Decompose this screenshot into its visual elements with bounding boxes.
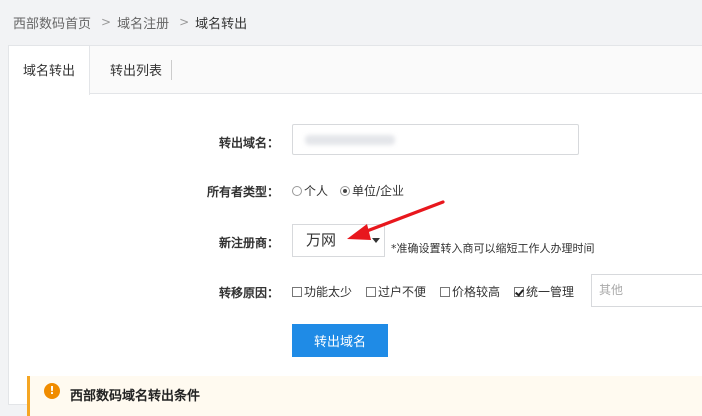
breadcrumb-separator-icon: >: [179, 15, 190, 29]
domain-label: 转出域名：: [218, 136, 279, 150]
registrar-label: 新注册商：: [218, 236, 279, 250]
owner-type-label: 所有者类型：: [206, 185, 279, 199]
tab-bar: 域名转出 转出列表: [9, 46, 702, 95]
tab-domain-transfer-out[interactable]: 域名转出: [9, 46, 90, 95]
breadcrumb-separator-icon: >: [101, 15, 112, 29]
checkbox[interactable]: [366, 286, 377, 297]
reason-option-label[interactable]: 统一管理: [526, 283, 574, 300]
radio-individual[interactable]: [292, 185, 302, 196]
breadcrumb-home-link[interactable]: 西部数码首页: [13, 13, 91, 32]
radio-individual-label[interactable]: 个人: [304, 182, 328, 199]
reason-option-label[interactable]: 过户不便: [378, 283, 426, 300]
reason-option[interactable]: 统一管理: [514, 283, 574, 300]
checkbox[interactable]: [292, 286, 302, 297]
radio-company[interactable]: [340, 185, 351, 196]
breadcrumb-current: 域名转出: [195, 16, 248, 32]
reason-option-label[interactable]: 价格较高: [452, 283, 500, 300]
reason-label: 转移原因：: [218, 286, 279, 300]
transfer-out-button[interactable]: 转出域名: [292, 324, 388, 357]
reason-option[interactable]: 价格较高: [440, 283, 500, 300]
blurred-domain-value: [305, 135, 395, 145]
other-reason-input[interactable]: 其他: [591, 274, 702, 307]
reason-option[interactable]: 过户不便: [366, 283, 426, 300]
reason-option-label[interactable]: 功能太少: [304, 283, 352, 300]
domain-input[interactable]: [292, 124, 579, 155]
reason-option[interactable]: 功能太少: [292, 283, 352, 300]
breadcrumb: 西部数码首页 > 域名注册 > 域名转出: [0, 0, 702, 44]
reason-checkbox-group: 功能太少 过户不便 价格较高 统一管理: [292, 283, 588, 300]
notice-title: 西部数码域名转出条件: [70, 389, 201, 404]
registrar-selected-value: 万网: [306, 231, 337, 249]
checkbox-checked[interactable]: [514, 286, 525, 297]
notice-box: ! 西部数码域名转出条件: [27, 376, 702, 416]
tab-divider: [171, 60, 172, 80]
red-arrow-icon: [347, 200, 445, 240]
main-panel: 域名转出 转出列表 转出域名： 所有者类型： 个人 单位/企业 新注册商： 万网…: [8, 45, 702, 416]
breadcrumb-domain-reg-link[interactable]: 域名注册: [117, 13, 169, 32]
tab-transfer-list[interactable]: 转出列表: [99, 46, 173, 94]
checkbox[interactable]: [440, 286, 451, 297]
